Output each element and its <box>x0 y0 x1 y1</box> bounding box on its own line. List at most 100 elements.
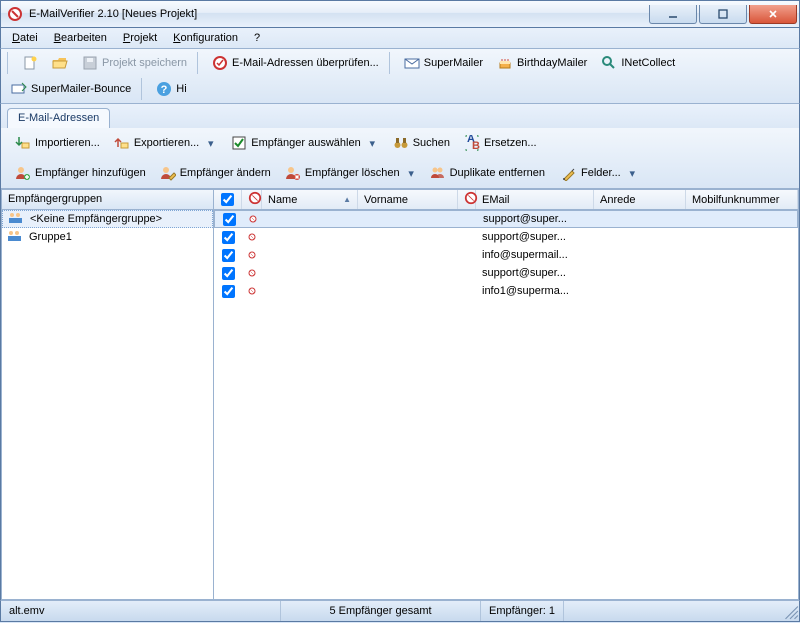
minimize-button[interactable] <box>649 5 697 24</box>
col-mobil[interactable]: Mobilfunknummer <box>686 190 798 209</box>
close-button[interactable] <box>749 5 797 24</box>
row-checkbox[interactable] <box>222 267 235 280</box>
birthdaymailer-button[interactable]: BirthdayMailer <box>491 51 593 75</box>
select-recipients-button[interactable]: Empfänger auswählen▾ <box>225 131 382 155</box>
chevron-down-icon[interactable]: ▾ <box>206 137 215 150</box>
table-row[interactable]: support@super... <box>214 228 798 246</box>
verify-flag-icon <box>248 191 262 208</box>
checkbox-icon <box>231 135 247 151</box>
add-recipient-button[interactable]: Empfänger hinzufügen <box>9 161 152 185</box>
search-button[interactable]: Suchen <box>387 131 456 155</box>
inetcollect-button[interactable]: INetCollect <box>595 51 681 75</box>
row-checkbox[interactable] <box>222 231 235 244</box>
user-edit-icon <box>160 165 176 181</box>
row-flag <box>242 230 262 244</box>
user-add-icon <box>15 165 31 181</box>
envelope-bounce-icon <box>11 81 27 97</box>
groups-panel: Empfängergruppen <Keine Empfängergruppe>… <box>2 190 214 599</box>
user-delete-icon <box>285 165 301 181</box>
verify-icon <box>212 55 228 71</box>
save-button: Projekt speichern <box>76 51 193 75</box>
data-grid: Name▲ Vorname EMail Anrede Mobilfunknumm… <box>214 190 798 599</box>
column-headers: Name▲ Vorname EMail Anrede Mobilfunknumm… <box>214 190 798 210</box>
menubar: Datei Bearbeiten Projekt Konfiguration ? <box>0 28 800 48</box>
export-icon <box>114 135 130 151</box>
col-flag[interactable] <box>242 190 262 209</box>
help-icon: ? <box>156 81 172 97</box>
cell-email: support@super... <box>476 267 594 279</box>
col-name[interactable]: Name▲ <box>262 190 358 209</box>
fields-button[interactable]: Felder...▾ <box>555 161 643 185</box>
new-page-icon <box>22 55 38 71</box>
chevron-down-icon[interactable]: ▾ <box>368 137 377 150</box>
status-total: 5 Empfänger gesamt <box>281 601 481 621</box>
menu-projekt[interactable]: Projekt <box>116 30 164 46</box>
edit-recipient-button[interactable]: Empfänger ändern <box>154 161 277 185</box>
window-title: E-MailVerifier 2.10 [Neues Projekt] <box>29 8 197 20</box>
open-button[interactable] <box>46 51 74 75</box>
cell-email: info@supermail... <box>476 249 594 261</box>
envelope-icon <box>404 55 420 71</box>
cell-email: support@super... <box>476 231 594 243</box>
row-flag <box>242 284 262 298</box>
magnifier-icon <box>601 55 617 71</box>
help-button[interactable]: ?Hi <box>150 77 192 101</box>
grid-rows: support@super... support@super... info@sup… <box>214 210 798 599</box>
sort-asc-icon: ▲ <box>343 195 351 204</box>
row-checkbox[interactable] <box>222 285 235 298</box>
new-button[interactable] <box>16 51 44 75</box>
chevron-down-icon[interactable]: ▾ <box>628 167 637 180</box>
verify-button[interactable]: E-Mail-Adressen überprüfen... <box>206 51 385 75</box>
col-vorname[interactable]: Vorname <box>358 190 458 209</box>
chevron-down-icon[interactable]: ▾ <box>407 167 416 180</box>
titlebar: E-MailVerifier 2.10 [Neues Projekt] <box>0 0 800 28</box>
delete-recipient-button[interactable]: Empfänger löschen▾ <box>279 161 422 185</box>
groups-header: Empfängergruppen <box>2 190 213 210</box>
svg-text:B: B <box>472 140 480 151</box>
row-checkbox[interactable] <box>222 249 235 262</box>
col-anrede[interactable]: Anrede <box>594 190 686 209</box>
group-icon <box>8 212 24 227</box>
remove-duplicates-button[interactable]: Duplikate entfernen <box>424 161 551 185</box>
folder-open-icon <box>52 55 68 71</box>
bounce-button[interactable]: SuperMailer-Bounce <box>5 77 137 101</box>
header-checkbox[interactable] <box>221 193 234 206</box>
floppy-icon <box>82 55 98 71</box>
table-row[interactable]: info1@superma... <box>214 282 798 300</box>
app-icon <box>7 6 23 22</box>
row-checkbox[interactable] <box>223 213 236 226</box>
statusbar: alt.emv 5 Empfänger gesamt Empfänger: 1 <box>0 600 800 622</box>
table-row[interactable]: support@super... <box>214 264 798 282</box>
export-button[interactable]: Exportieren...▾ <box>108 131 221 155</box>
maximize-button[interactable] <box>699 5 747 24</box>
menu-datei[interactable]: Datei <box>5 30 45 46</box>
group-label: Gruppe1 <box>29 231 72 243</box>
groups-list: <Keine Empfängergruppe> Gruppe1 <box>2 210 213 599</box>
fields-icon <box>561 165 577 181</box>
row-flag <box>243 212 263 226</box>
verify-label: E-Mail-Adressen überprüfen... <box>232 57 379 69</box>
cake-icon <box>497 55 513 71</box>
menu-bearbeiten[interactable]: Bearbeiten <box>47 30 114 46</box>
table-row[interactable]: info@supermail... <box>214 246 798 264</box>
supermailer-button[interactable]: SuperMailer <box>398 51 489 75</box>
col-check[interactable] <box>214 190 242 209</box>
replace-button[interactable]: ABErsetzen... <box>458 131 543 155</box>
import-button[interactable]: Importieren... <box>9 131 106 155</box>
tab-email-addresses[interactable]: E-Mail-Adressen <box>7 108 110 128</box>
status-selected: Empfänger: 1 <box>481 601 564 621</box>
subtoolbar: Importieren... Exportieren...▾ Empfänger… <box>1 128 799 189</box>
cell-email: support@super... <box>477 213 595 225</box>
menu-help[interactable]: ? <box>247 30 267 46</box>
group-label: <Keine Empfängergruppe> <box>30 213 162 225</box>
table-row[interactable]: support@super... <box>214 210 798 228</box>
resize-grip-icon[interactable] <box>781 602 799 620</box>
group-none[interactable]: <Keine Empfängergruppe> <box>2 210 213 228</box>
group-1[interactable]: Gruppe1 <box>2 228 213 246</box>
col-email-icon[interactable] <box>458 190 476 209</box>
row-flag <box>242 248 262 262</box>
menu-konfiguration[interactable]: Konfiguration <box>166 30 245 46</box>
col-email[interactable]: EMail <box>476 190 594 209</box>
status-file: alt.emv <box>1 601 281 621</box>
svg-text:?: ? <box>161 84 168 96</box>
